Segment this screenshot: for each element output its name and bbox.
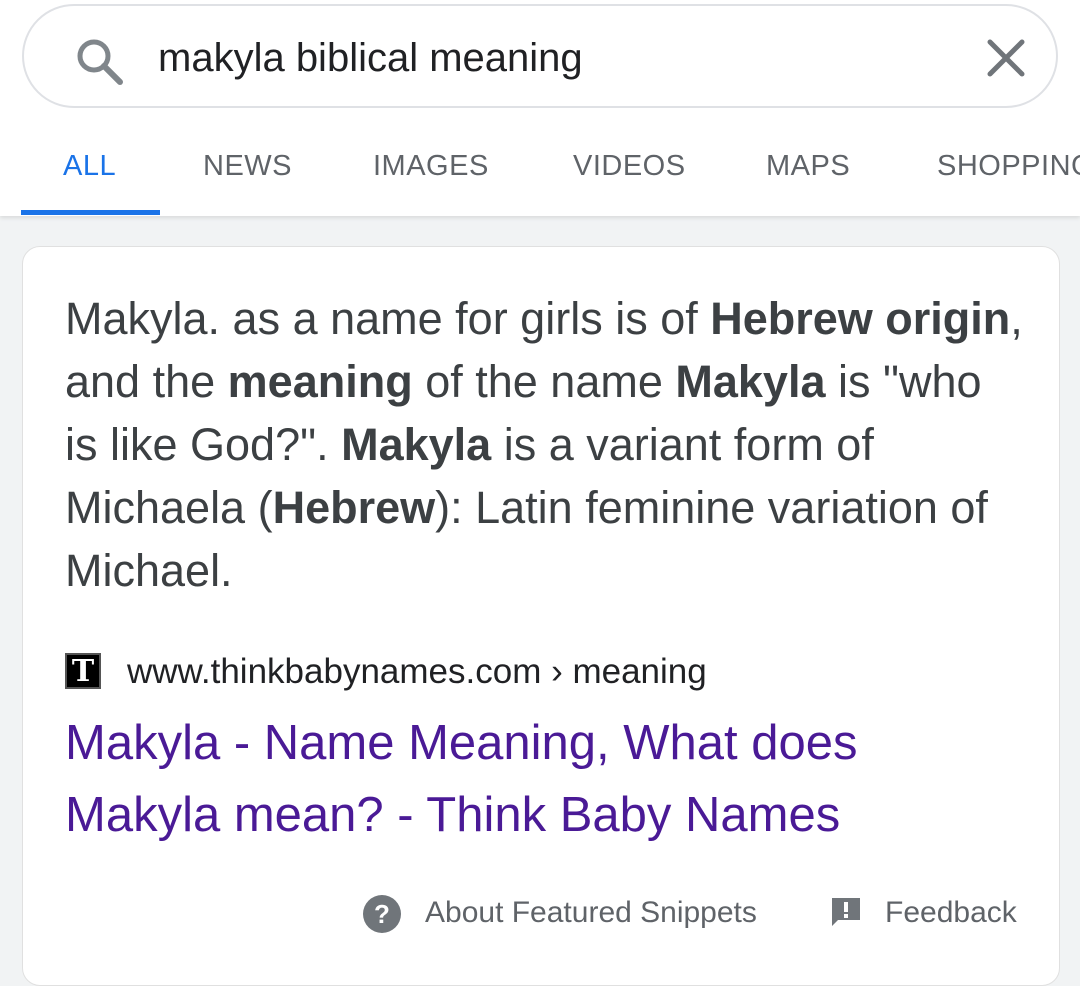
source-url[interactable]: www.thinkbabynames.com › meaning [127,650,707,694]
snippet-text: Makyla. as a name for girls is of Hebrew… [65,287,1025,602]
help-icon[interactable]: ? [363,895,401,933]
snippet-bold: meaning [227,356,413,407]
site-favicon-icon: T [65,653,101,689]
snippet-bold: Makyla [675,356,826,407]
snippet-part: of the name [412,356,676,407]
tab-images[interactable]: IMAGES [373,146,489,186]
close-icon[interactable] [984,36,1028,80]
snippet-footer: ? About Featured Snippets Feedback [23,887,1059,937]
search-bar[interactable]: makyla biblical meaning [22,4,1058,108]
tab-maps[interactable]: MAPS [766,146,850,186]
tab-all[interactable]: ALL [63,146,116,186]
feedback-link[interactable]: Feedback [885,891,1017,935]
tab-news[interactable]: NEWS [203,146,292,186]
result-title-link[interactable]: Makyla - Name Meaning, What does Makyla … [65,707,1025,851]
snippet-bold: Hebrew origin [710,293,1011,344]
feedback-icon[interactable] [829,895,863,929]
snippet-bold: Makyla [341,419,492,470]
search-input[interactable]: makyla biblical meaning [158,34,583,82]
search-icon[interactable] [74,36,126,88]
active-tab-indicator [21,210,160,215]
search-header: makyla biblical meaning ALL NEWS IMAGES … [0,0,1080,216]
search-tabs: ALL NEWS IMAGES VIDEOS MAPS SHOPPING [0,130,1080,216]
tab-shopping[interactable]: SHOPPING [937,146,1080,186]
tab-videos[interactable]: VIDEOS [573,146,686,186]
snippet-part: Makyla. as a name for girls is of [65,293,711,344]
featured-snippet-card: Makyla. as a name for girls is of Hebrew… [22,246,1060,986]
about-featured-snippets-link[interactable]: About Featured Snippets [425,891,757,935]
snippet-bold: Hebrew [272,482,436,533]
